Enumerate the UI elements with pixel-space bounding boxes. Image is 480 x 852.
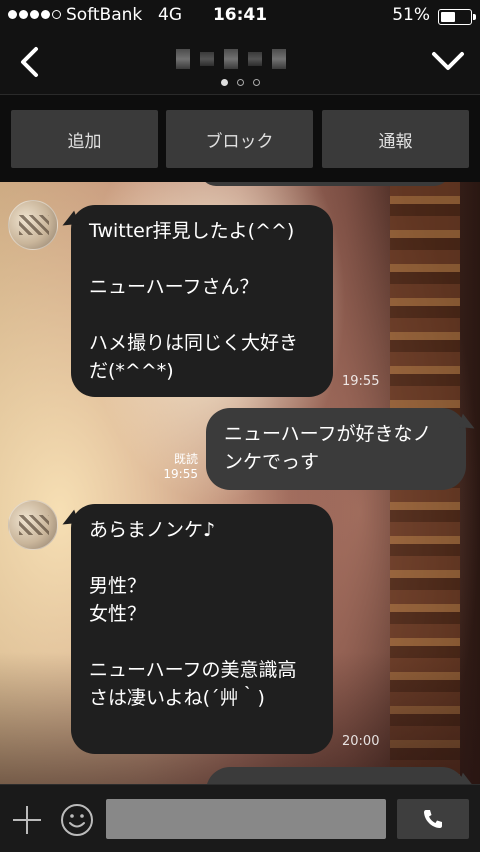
block-button[interactable]: ブロック [166,110,313,168]
page-dot-2 [236,79,244,86]
phone-icon [424,809,442,828]
outgoing-message-bubble-partial [206,767,466,784]
message-time: 19:55 [342,374,380,389]
battery-icon [438,9,476,25]
message-input[interactable] [106,799,386,839]
message-time: 20:00 [342,734,380,749]
report-button[interactable]: 通報 [322,110,469,168]
incoming-message-bubble: あらまノンケ♪ 男性？ 女性？ ニューハーフの美意識高さは凄いよね(´艸｀) [71,504,333,754]
page-dot-1 [220,79,228,86]
plus-icon[interactable] [10,803,44,837]
call-button[interactable] [397,799,469,839]
chat-message-list[interactable]: Twitter拝見したよ(^^) ニューハーフさん？ ハメ撮りは同じく大好きだ(… [0,182,480,784]
read-receipt: 既読 19:55 [150,450,198,481]
chevron-down-icon[interactable] [430,48,466,76]
message-composer [0,784,480,852]
smiley-icon[interactable] [60,803,94,837]
page-dot-3 [252,79,260,86]
message-time: 19:55 [163,467,198,481]
friend-action-row: 追加 ブロック 通報 [0,94,480,182]
previous-message-bubble [200,182,450,186]
avatar[interactable] [8,500,58,550]
add-friend-button[interactable]: 追加 [11,110,158,168]
outgoing-message-bubble: ニューハーフが好きなノンケでっす [206,408,466,490]
back-chevron-icon[interactable] [12,44,48,80]
status-bar: SoftBank 4G 16:41 51% [0,0,480,34]
battery-percent: 51% [392,5,430,25]
nav-bar [0,34,480,94]
incoming-message-bubble: Twitter拝見したよ(^^) ニューハーフさん？ ハメ撮りは同じく大好きだ(… [71,205,333,397]
chat-title-redacted[interactable] [176,46,296,72]
avatar[interactable] [8,200,58,250]
read-status: 既読 [173,452,198,466]
page-indicator [0,79,480,86]
